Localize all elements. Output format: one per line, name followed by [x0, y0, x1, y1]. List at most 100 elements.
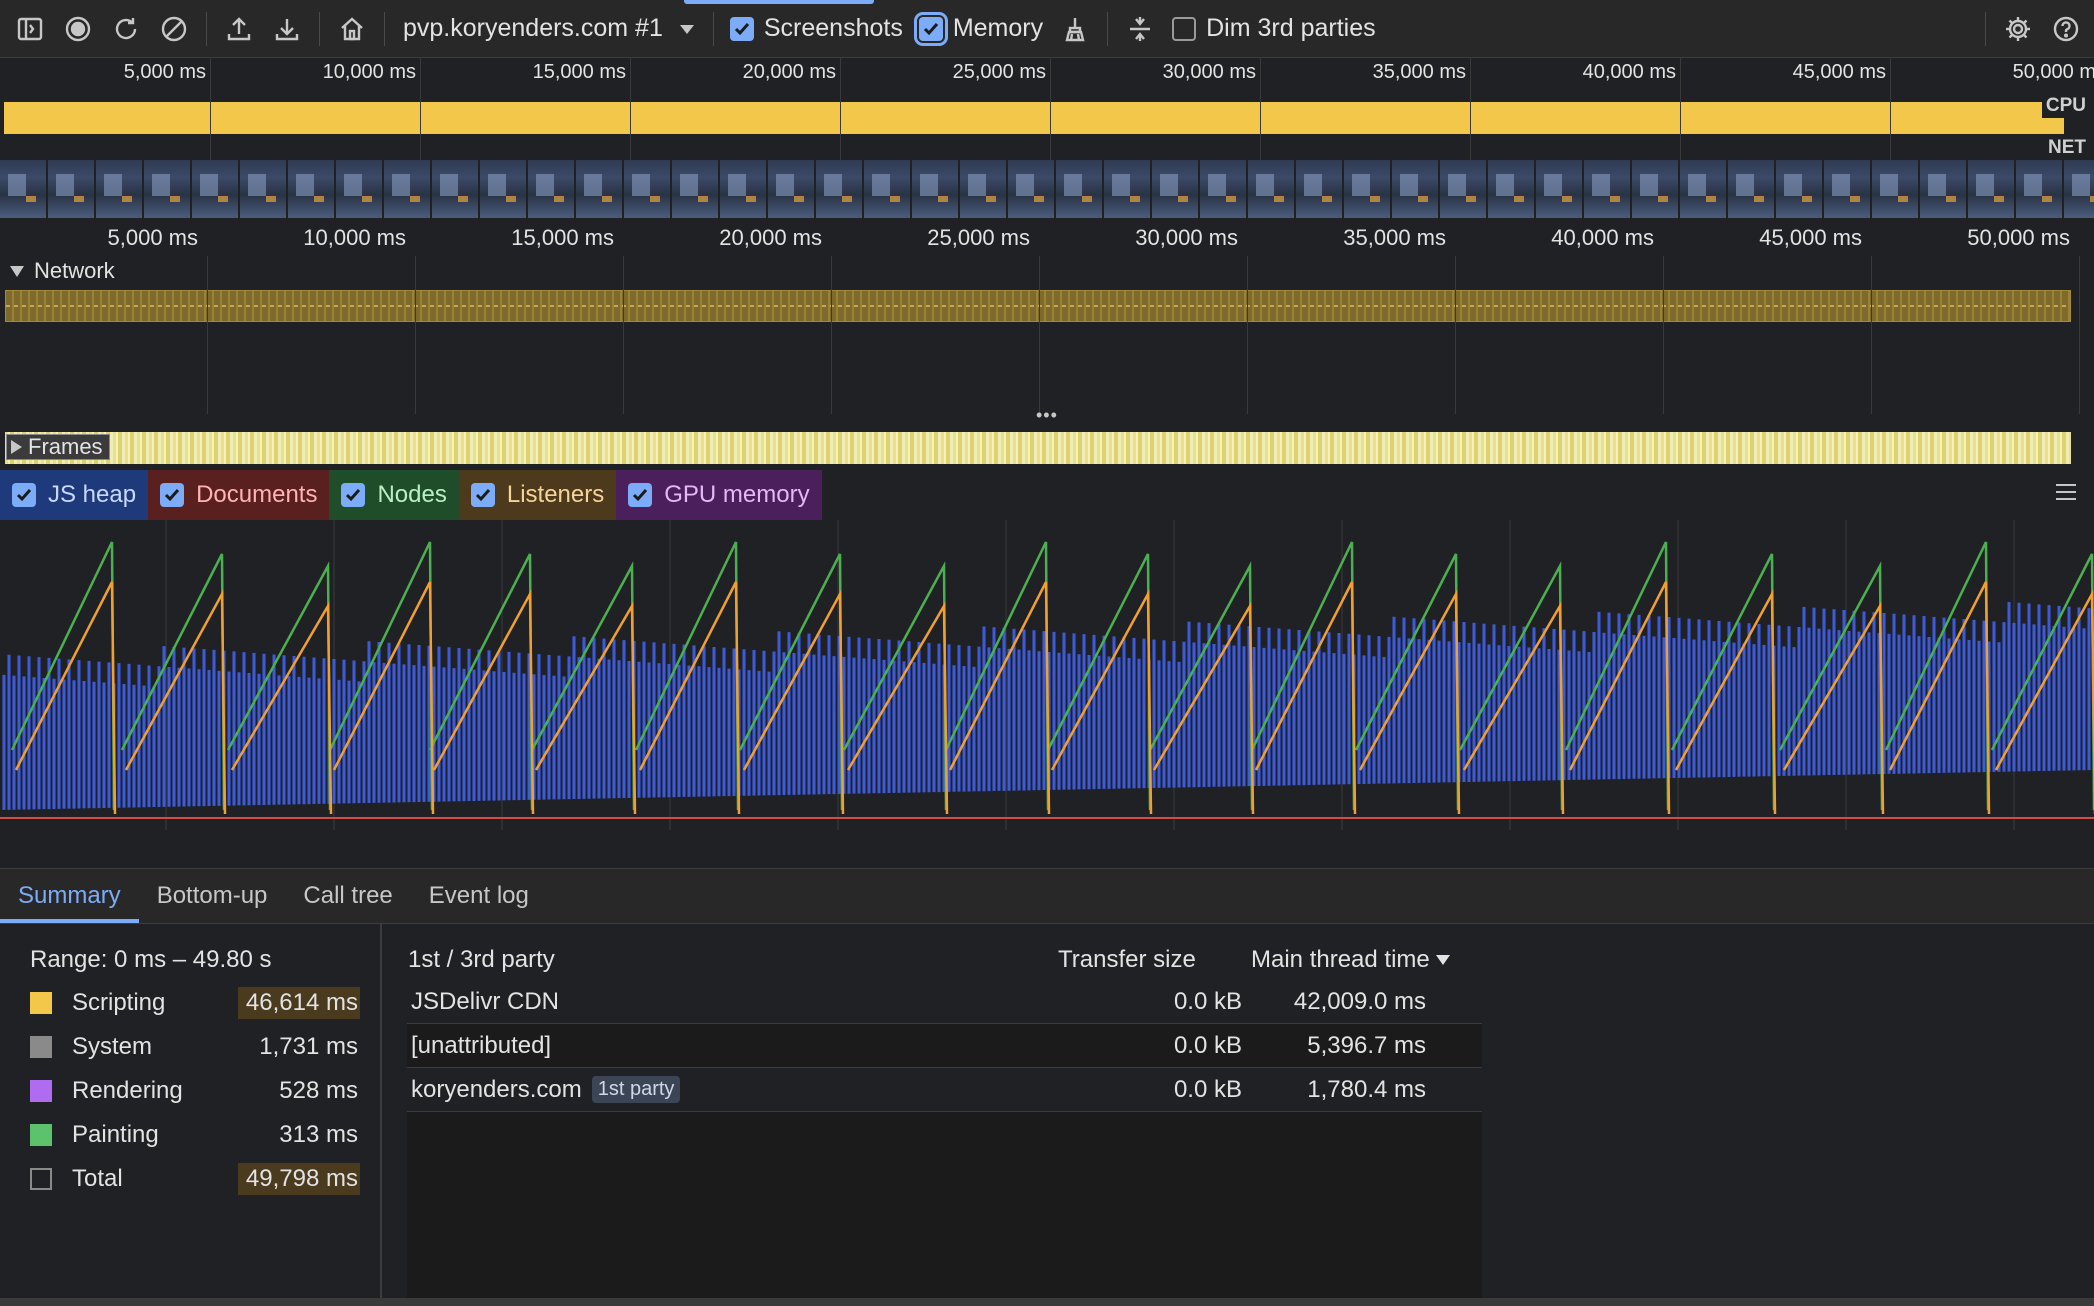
screenshot-thumbnail[interactable] — [1488, 160, 1536, 218]
main-thread-time-column-header[interactable]: Main thread time — [1251, 946, 1450, 974]
screenshot-thumbnail[interactable] — [48, 160, 96, 218]
reload-record-button[interactable] — [102, 5, 150, 53]
network-track-header[interactable]: Network — [10, 258, 115, 284]
timeline-overview[interactable]: 5,000 ms 10,000 ms 15,000 ms 20,000 ms 25,00… — [0, 58, 2094, 228]
screenshot-thumbnail[interactable] — [624, 160, 672, 218]
nodes-counter[interactable]: Nodes — [329, 470, 459, 520]
screenshot-thumbnail[interactable] — [1632, 160, 1680, 218]
toggle-sidebar-button[interactable] — [6, 5, 54, 53]
load-profile-button[interactable] — [215, 5, 263, 53]
documents-counter[interactable]: Documents — [148, 470, 330, 520]
screenshot-thumbnail[interactable] — [912, 160, 960, 218]
listeners-checkbox[interactable] — [470, 483, 495, 507]
screenshot-thumbnail[interactable] — [1104, 160, 1152, 218]
screenshot-thumbnail[interactable] — [816, 160, 864, 218]
screenshot-thumbnail[interactable] — [288, 160, 336, 218]
screenshot-thumbnail[interactable] — [1968, 160, 2016, 218]
screenshot-thumbnail[interactable] — [1872, 160, 1920, 218]
screenshot-thumbnail[interactable] — [336, 160, 384, 218]
screenshot-thumbnail[interactable] — [1440, 160, 1488, 218]
resize-handle-icon[interactable]: ••• — [1036, 405, 1058, 426]
screenshot-thumbnail[interactable] — [1680, 160, 1728, 218]
transfer-size-column-header[interactable]: Transfer size — [1058, 946, 1196, 974]
js-heap-label: JS heap — [48, 481, 137, 508]
table-row[interactable]: [unattributed] 0.0 kB 5,396.7 ms — [407, 1024, 1482, 1068]
recording-select[interactable]: pvp.koryenders.com #1 — [403, 14, 697, 43]
gpu-memory-checkbox[interactable] — [628, 483, 653, 507]
save-profile-button[interactable] — [263, 5, 311, 53]
screenshot-thumbnail[interactable] — [1392, 160, 1440, 218]
tab-bottom-up[interactable]: Bottom-up — [139, 869, 286, 923]
tab-event-log[interactable]: Event log — [411, 869, 547, 923]
screenshot-thumbnail[interactable] — [1152, 160, 1200, 218]
collect-garbage-button[interactable] — [1051, 5, 1099, 53]
network-track[interactable]: Network — [0, 256, 2094, 414]
third-party-table: 1st / 3rd party Transfer size Main threa… — [407, 924, 1482, 1306]
screenshot-thumbnail[interactable] — [1920, 160, 1968, 218]
screenshot-thumbnail[interactable] — [1344, 160, 1392, 218]
screenshots-checkbox[interactable] — [729, 16, 754, 41]
timeline-tick-label: 30,000 ms — [1135, 225, 1238, 250]
landing-page-button[interactable] — [328, 5, 376, 53]
category-row-scripting: Scripting 46,614 ms — [30, 986, 360, 1020]
screenshot-thumbnail[interactable] — [1248, 160, 1296, 218]
screenshot-thumbnail[interactable] — [0, 160, 48, 218]
screenshot-thumbnail[interactable] — [720, 160, 768, 218]
screenshot-thumbnail[interactable] — [2064, 160, 2094, 218]
screenshot-thumbnail[interactable] — [192, 160, 240, 218]
screenshot-thumbnail[interactable] — [528, 160, 576, 218]
frames-track[interactable]: Frames — [0, 430, 2094, 466]
overview-gridline — [1470, 58, 1471, 160]
screenshot-thumbnail[interactable] — [480, 160, 528, 218]
dim-3rd-parties-toggle[interactable]: Dim 3rd parties — [1172, 14, 1376, 43]
screenshot-thumbnail[interactable] — [864, 160, 912, 218]
screenshot-thumbnail[interactable] — [240, 160, 288, 218]
help-button[interactable] — [2042, 5, 2090, 53]
checkmark-icon — [346, 489, 361, 502]
memory-counter-graph[interactable] — [0, 520, 2094, 830]
js-heap-counter[interactable]: JS heap — [0, 470, 149, 520]
screenshot-thumbnail[interactable] — [1008, 160, 1056, 218]
tab-call-tree[interactable]: Call tree — [285, 869, 410, 923]
memory-toggle[interactable]: Memory — [913, 11, 1043, 46]
screenshot-thumbnail[interactable] — [144, 160, 192, 218]
table-row[interactable]: koryenders.com 1st party 0.0 kB 1,780.4 m… — [407, 1068, 1482, 1112]
clear-button[interactable] — [150, 5, 198, 53]
screenshot-filmstrip[interactable] — [0, 160, 2094, 220]
category-value: 1,731 ms — [259, 1033, 358, 1060]
dim-3rd-parties-checkbox[interactable] — [1172, 16, 1197, 41]
screenshot-thumbnail[interactable] — [576, 160, 624, 218]
network-request-bar[interactable] — [5, 290, 2071, 322]
js-heap-checkbox[interactable] — [12, 483, 36, 507]
timeline-gridline — [207, 256, 208, 414]
party-column-header[interactable]: 1st / 3rd party — [408, 946, 555, 974]
screenshot-thumbnail[interactable] — [432, 160, 480, 218]
screenshot-thumbnail[interactable] — [1200, 160, 1248, 218]
frames-track-header[interactable]: Frames — [6, 434, 110, 460]
screenshot-thumbnail[interactable] — [1824, 160, 1872, 218]
screenshot-thumbnail[interactable] — [1296, 160, 1344, 218]
screenshot-thumbnail[interactable] — [960, 160, 1008, 218]
screenshot-thumbnail[interactable] — [96, 160, 144, 218]
screenshot-thumbnail[interactable] — [1536, 160, 1584, 218]
screenshot-thumbnail[interactable] — [768, 160, 816, 218]
screenshot-thumbnail[interactable] — [1728, 160, 1776, 218]
screenshot-thumbnail[interactable] — [1056, 160, 1104, 218]
screenshot-thumbnail[interactable] — [1776, 160, 1824, 218]
screenshot-thumbnail[interactable] — [2016, 160, 2064, 218]
table-row[interactable]: JSDelivr CDN 0.0 kB 42,009.0 ms — [407, 980, 1482, 1024]
tab-summary[interactable]: Summary — [0, 869, 139, 923]
memory-checkbox[interactable] — [913, 11, 948, 46]
record-button[interactable] — [54, 5, 102, 53]
screenshot-thumbnail[interactable] — [384, 160, 432, 218]
capture-settings-button[interactable] — [1994, 5, 2042, 53]
screenshot-thumbnail[interactable] — [1584, 160, 1632, 218]
menu-icon[interactable] — [2056, 484, 2076, 505]
screenshots-toggle[interactable]: Screenshots — [729, 14, 903, 43]
gpu-memory-counter[interactable]: GPU memory — [616, 470, 822, 520]
nodes-checkbox[interactable] — [341, 483, 366, 507]
documents-checkbox[interactable] — [160, 483, 185, 507]
screenshot-thumbnail[interactable] — [672, 160, 720, 218]
listeners-counter[interactable]: Listeners — [458, 470, 617, 520]
compact-view-button[interactable] — [1116, 5, 1164, 53]
